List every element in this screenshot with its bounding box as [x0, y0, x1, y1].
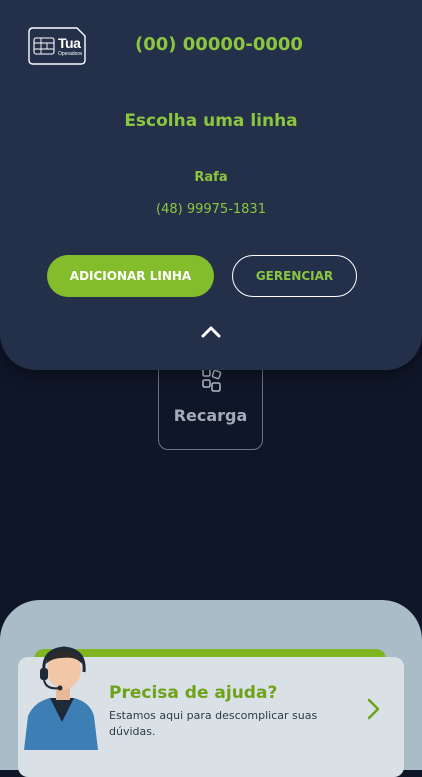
- chevron-up-icon[interactable]: [200, 325, 222, 339]
- line-name[interactable]: Rafa: [0, 170, 422, 185]
- line-number[interactable]: (48) 99975-1831: [0, 202, 422, 217]
- logo-subtitle: Operadora: [58, 51, 82, 57]
- current-phone-number[interactable]: (00) 00000-0000: [135, 34, 303, 55]
- recharge-icon: [202, 368, 222, 392]
- add-line-button[interactable]: ADICIONAR LINHA: [47, 255, 214, 297]
- line-selector-sheet: Tua Operadora (00) 00000-0000 Escolha um…: [0, 0, 422, 370]
- manage-button[interactable]: GERENCIAR: [232, 255, 357, 297]
- support-agent-illustration: [24, 646, 98, 750]
- sheet-title: Escolha uma linha: [124, 111, 298, 131]
- recharge-label: Recarga: [173, 406, 248, 425]
- help-title: Precisa de ajuda?: [109, 683, 278, 703]
- chevron-right-icon[interactable]: [364, 697, 382, 721]
- logo-name: Tua: [58, 35, 81, 51]
- help-description: Estamos aqui para descomplicar suas dúvi…: [109, 709, 318, 738]
